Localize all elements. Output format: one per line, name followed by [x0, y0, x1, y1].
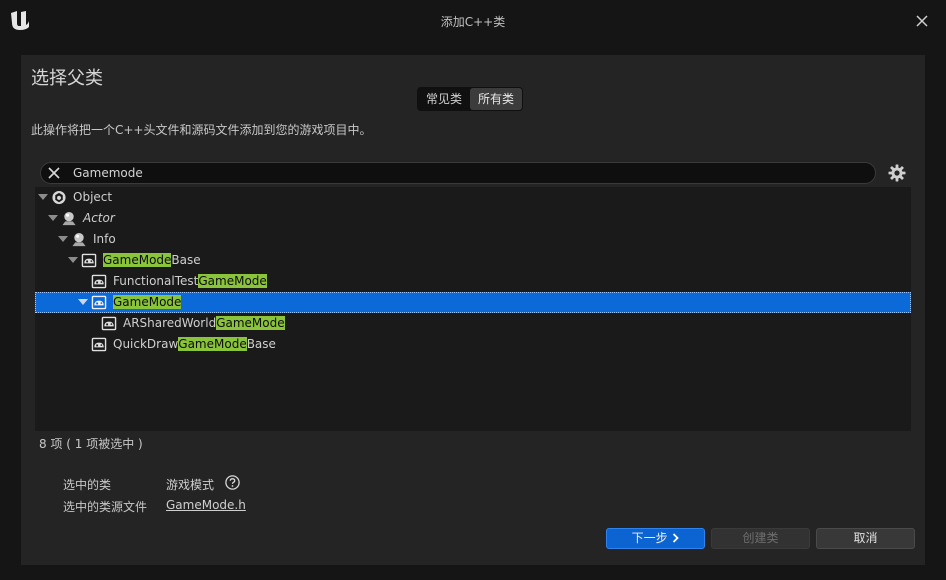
close-icon: [916, 15, 928, 27]
actor-class-icon: [62, 211, 76, 226]
dialog-panel: 选择父类 常见类 所有类 此操作将把一个C++头文件和源码文件添加到您的游戏项目…: [21, 55, 925, 565]
class-filter-tabs: 常见类 所有类: [417, 87, 524, 111]
tree-label: Actor: [83, 211, 115, 225]
gamemode-class-icon: [81, 253, 97, 268]
search-input[interactable]: [73, 163, 853, 183]
tree-label: Info: [93, 232, 116, 246]
tree-label: GameModeBase: [103, 253, 201, 267]
clear-search-icon[interactable]: [45, 164, 63, 182]
tab-common-classes[interactable]: 常见类: [418, 88, 470, 110]
tree-row-gamemode[interactable]: GameMode: [35, 292, 911, 313]
next-button[interactable]: 下一步: [606, 528, 705, 549]
tree-row-functionaltestgamemode[interactable]: FunctionalTestGameMode: [35, 271, 911, 292]
tree-row-arsharedworldgamemode[interactable]: ARSharedWorldGameMode: [35, 313, 911, 334]
item-count-status: 8 项 ( 1 项被选中 ): [39, 437, 143, 451]
chevron-right-icon: [673, 533, 680, 543]
info-class-icon: [72, 232, 86, 247]
object-class-icon: [52, 190, 66, 205]
selected-class-label: 选中的类: [63, 478, 112, 492]
collapse-arrow-icon[interactable]: [48, 215, 58, 221]
dialog-heading: 选择父类: [31, 68, 103, 89]
gamemode-class-icon: [91, 337, 107, 352]
create-class-button[interactable]: 创建类: [711, 528, 810, 549]
tree-label: ARSharedWorldGameMode: [123, 316, 285, 330]
tree-label: GameMode: [113, 295, 182, 309]
tree-row-object[interactable]: Object: [35, 187, 911, 208]
source-file-label: 选中的类源文件: [63, 500, 148, 514]
selected-class-value: 游戏模式: [166, 478, 215, 492]
collapse-arrow-icon[interactable]: [78, 299, 88, 305]
title-bar: 添加C++类: [0, 0, 946, 42]
search-box: [40, 162, 876, 184]
source-file-link[interactable]: GameMode.h: [166, 498, 246, 512]
collapse-arrow-icon[interactable]: [38, 194, 48, 200]
cancel-button[interactable]: 取消: [816, 528, 915, 549]
gamemode-class-icon: [101, 316, 117, 331]
collapse-arrow-icon[interactable]: [68, 257, 78, 263]
close-button[interactable]: [910, 10, 934, 32]
tree-row-gamemodebase[interactable]: GameModeBase: [35, 250, 911, 271]
gamemode-class-icon: [91, 274, 107, 289]
gear-icon[interactable]: [887, 163, 907, 183]
help-icon[interactable]: [225, 475, 240, 490]
window-bottom-edge: [0, 565, 946, 580]
collapse-arrow-icon[interactable]: [58, 236, 68, 242]
tab-all-classes[interactable]: 所有类: [470, 88, 523, 110]
tree-row-actor[interactable]: Actor: [35, 208, 911, 229]
gamemode-class-icon: [91, 295, 107, 310]
class-tree: Object Actor Info GameModeBase Functiona…: [35, 187, 911, 431]
dialog-description: 此操作将把一个C++头文件和源码文件添加到您的游戏项目中。: [31, 123, 372, 137]
tree-label: FunctionalTestGameMode: [113, 274, 267, 288]
tree-label: QuickDrawGameModeBase: [113, 337, 276, 351]
next-button-label: 下一步: [631, 531, 668, 545]
tree-row-quickdrawgamemodebase[interactable]: QuickDrawGameModeBase: [35, 334, 911, 355]
window-title: 添加C++类: [440, 15, 506, 29]
tree-row-info[interactable]: Info: [35, 229, 911, 250]
tree-label: Object: [73, 190, 113, 204]
